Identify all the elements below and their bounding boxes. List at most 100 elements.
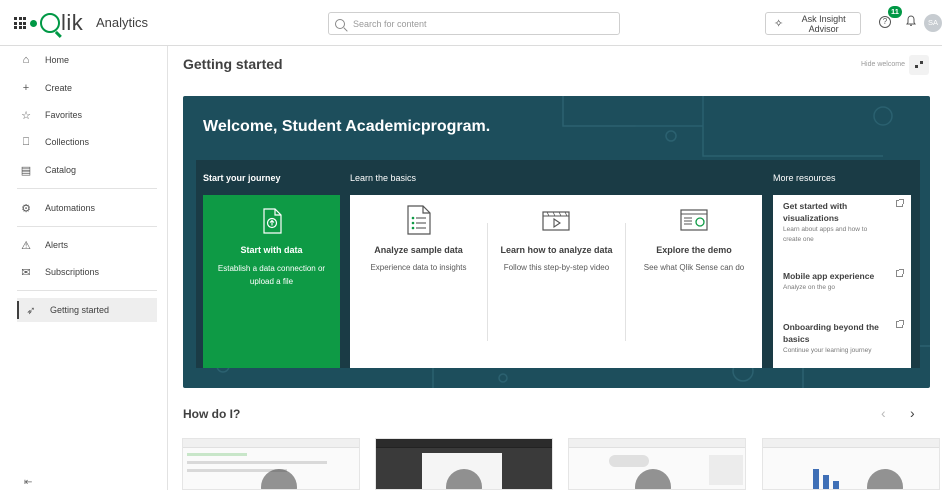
resource-description: Learn about apps and how to create one xyxy=(783,226,868,243)
more-resources-panel: Get started with visualizations Learn ab… xyxy=(773,195,911,368)
notification-badge: 11 xyxy=(888,6,902,18)
upload-file-icon xyxy=(263,208,282,234)
qlik-logo-text: lik xyxy=(61,10,84,35)
learn-analyze-data-title: Learn how to analyze data xyxy=(500,245,613,255)
ask-insight-advisor-label: Ask Insight Advisor xyxy=(801,13,846,34)
start-with-data-card[interactable]: Start with data Establish a data connect… xyxy=(203,195,340,368)
qlik-logo-dot xyxy=(30,20,37,27)
play-icon xyxy=(867,469,903,489)
thumbnail-content xyxy=(187,453,247,456)
ask-insight-advisor-button[interactable]: ✧ Ask Insight Advisor xyxy=(765,12,861,35)
explore-demo-description: See what Qlik Sense can do xyxy=(643,263,745,272)
sidebar-item-getting-started[interactable]: ➶ Getting started xyxy=(17,298,157,322)
minimize-welcome-button[interactable] xyxy=(909,55,929,75)
sidebar-item-label: Automations xyxy=(45,203,96,213)
welcome-heading: Welcome, Student Academicprogram. xyxy=(203,118,491,135)
rocket-icon: ➶ xyxy=(26,304,36,317)
sidebar-item-favorites[interactable]: ☆ Favorites xyxy=(18,103,158,127)
home-icon: ⌂ xyxy=(22,54,30,66)
analyze-sample-data-title: Analyze sample data xyxy=(374,245,463,255)
star-icon: ☆ xyxy=(21,109,31,122)
start-journey-heading: Start your journey xyxy=(203,173,281,183)
sidebar-item-label: Alerts xyxy=(45,240,69,250)
carousel-next-button[interactable]: › xyxy=(910,405,915,421)
automation-icon: ⚙ xyxy=(21,202,31,215)
app-launcher-icon[interactable] xyxy=(14,17,26,29)
analyze-sample-data-card[interactable]: Analyze sample data Experience data to i… xyxy=(350,195,487,368)
play-icon xyxy=(261,469,297,489)
learn-analyze-data-card[interactable]: Learn how to analyze data Follow this st… xyxy=(488,195,625,368)
search-box[interactable] xyxy=(328,12,620,35)
search-icon xyxy=(335,18,345,29)
help-icon[interactable]: ? xyxy=(879,16,891,28)
sidebar-item-label: Home xyxy=(45,55,70,65)
explore-demo-title: Explore the demo xyxy=(656,245,732,255)
hide-welcome-label: Hide welcome xyxy=(861,61,905,68)
sidebar-item-label: Subscriptions xyxy=(45,267,100,277)
thumbnail-content xyxy=(709,455,743,485)
sidebar-item-subscriptions[interactable]: ✉ Subscriptions xyxy=(18,260,158,284)
video-icon xyxy=(542,211,570,231)
thumbnail-toolbar xyxy=(376,439,552,448)
sidebar-item-automations[interactable]: ⚙ Automations xyxy=(18,196,158,220)
external-link-icon xyxy=(896,199,904,207)
how-do-i-heading: How do I? xyxy=(183,407,241,421)
document-list-icon xyxy=(407,205,431,235)
sidebar-divider xyxy=(17,226,157,227)
explore-demo-card[interactable]: Explore the demo See what Qlik Sense can… xyxy=(626,195,762,368)
bell-icon[interactable] xyxy=(906,15,916,27)
thumbnail-content xyxy=(813,469,819,489)
analyze-sample-data-description: Experience data to insights xyxy=(370,263,467,272)
thumbnail-toolbar xyxy=(763,439,939,448)
sidebar-item-label: Catalog xyxy=(45,165,77,175)
mail-icon: ✉ xyxy=(21,266,31,279)
more-resources-heading: More resources xyxy=(773,173,836,183)
resource-title: Get started with visualizations xyxy=(783,201,848,223)
thumbnail-toolbar xyxy=(183,439,359,448)
carousel-prev-button[interactable]: ‹ xyxy=(881,405,886,421)
sidebar-divider xyxy=(17,290,157,291)
video-thumbnail[interactable] xyxy=(568,438,746,490)
user-avatar[interactable]: SA xyxy=(924,14,942,32)
video-thumbnail[interactable] xyxy=(762,438,940,490)
app-title: Analytics xyxy=(96,15,149,30)
resource-mobile-app[interactable]: Mobile app experience Analyze on the go xyxy=(783,269,904,293)
sidebar: ⌂ Home + Create ☆ Favorites ⎕ Collection… xyxy=(0,46,168,490)
thumbnail-content xyxy=(609,455,649,467)
thumbnail-content xyxy=(823,475,829,489)
sidebar-item-create[interactable]: + Create xyxy=(18,76,158,100)
bookmark-icon: ⎕ xyxy=(22,135,30,148)
video-thumbnail[interactable] xyxy=(182,438,360,490)
resource-description: Continue your learning journey xyxy=(783,347,872,354)
sidebar-divider xyxy=(17,188,157,189)
learn-basics-panel: Analyze sample data Experience data to i… xyxy=(350,195,762,368)
resource-title: Mobile app experience xyxy=(783,271,875,281)
dashboard-icon xyxy=(680,209,708,231)
learn-basics-heading: Learn the basics xyxy=(350,173,417,183)
sidebar-item-label: Getting started xyxy=(50,305,110,315)
alert-icon: ⚠ xyxy=(21,239,31,252)
resource-visualizations[interactable]: Get started with visualizations Learn ab… xyxy=(783,199,904,245)
page-title: Getting started xyxy=(183,56,283,72)
qlik-logo-q-icon xyxy=(40,13,60,33)
resource-description: Analyze on the go xyxy=(783,284,836,291)
sidebar-item-alerts[interactable]: ⚠ Alerts xyxy=(18,233,158,257)
plus-icon: + xyxy=(22,82,30,94)
sidebar-item-label: Create xyxy=(45,83,73,93)
search-input[interactable] xyxy=(353,18,603,29)
top-bar: lik Analytics ✧ Ask Insight Advisor ? 11… xyxy=(0,0,942,46)
qlik-logo[interactable]: lik xyxy=(40,9,83,37)
external-link-icon xyxy=(896,269,904,277)
video-thumbnail[interactable] xyxy=(375,438,553,490)
resource-onboarding[interactable]: Onboarding beyond the basics Continue yo… xyxy=(783,320,904,356)
thumbnail-content xyxy=(187,461,327,464)
sidebar-item-collections[interactable]: ⎕ Collections xyxy=(18,130,158,154)
collapse-sidebar-icon[interactable]: ⇤ xyxy=(24,477,32,488)
sidebar-item-label: Favorites xyxy=(45,110,83,120)
resource-title: Onboarding beyond the basics xyxy=(783,322,879,344)
start-with-data-description: Establish a data connection or upload a … xyxy=(217,264,326,286)
sidebar-item-home[interactable]: ⌂ Home xyxy=(18,48,158,72)
catalog-icon: ▤ xyxy=(20,164,32,177)
thumbnail-toolbar xyxy=(569,439,745,448)
sidebar-item-catalog[interactable]: ▤ Catalog xyxy=(18,158,158,182)
